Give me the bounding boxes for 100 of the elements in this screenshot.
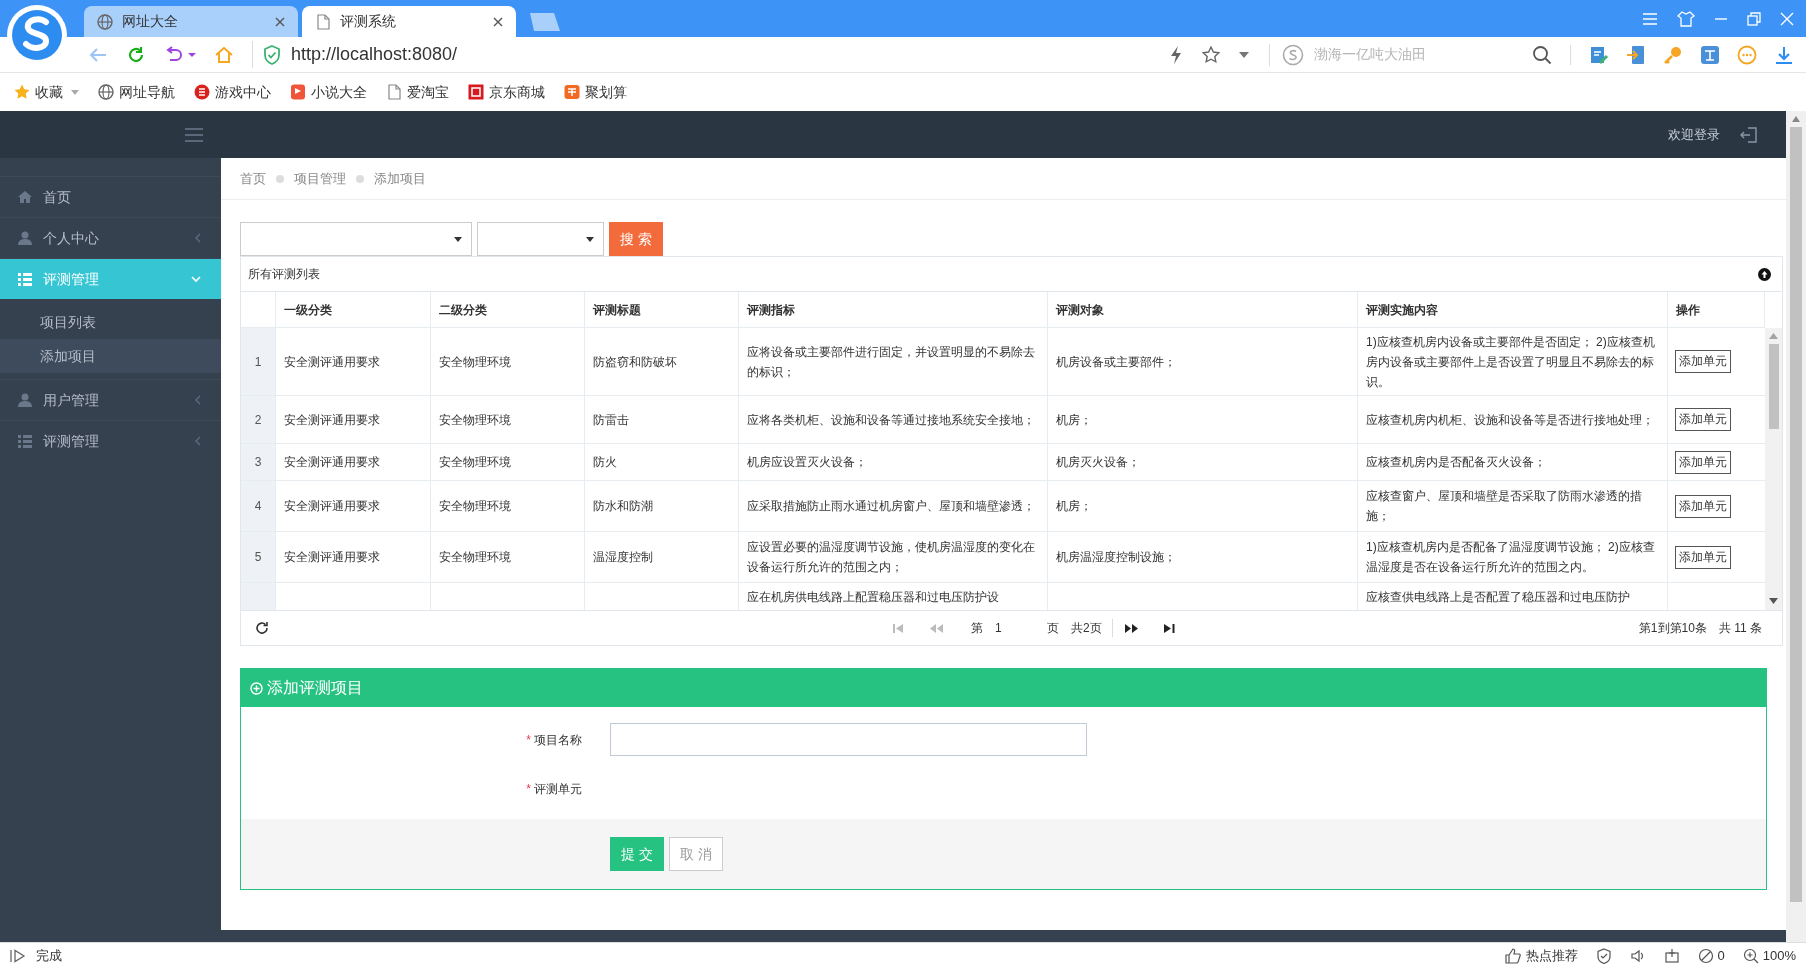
key-icon[interactable] xyxy=(1663,44,1683,65)
bookmark-item[interactable]: 网址导航 xyxy=(97,81,175,103)
deal-icon xyxy=(563,83,581,101)
speaker-icon[interactable] xyxy=(1629,948,1646,964)
next-page-icon[interactable] xyxy=(1124,622,1138,634)
collapse-up-icon[interactable] xyxy=(1758,267,1771,281)
add-unit-button[interactable]: 添加单元 xyxy=(1675,350,1731,373)
book-icon xyxy=(289,83,307,101)
star-outline-icon[interactable] xyxy=(1201,44,1221,65)
back-arrow-icon[interactable] xyxy=(88,45,108,64)
note-icon[interactable] xyxy=(1589,44,1609,65)
bookmark-item[interactable]: 爱淘宝 xyxy=(385,81,449,103)
ad-block-button[interactable]: 0 xyxy=(1697,946,1725,966)
last-page-icon[interactable] xyxy=(1163,622,1175,634)
globe-icon xyxy=(96,12,114,31)
table-cell: 应在机房供电线路上配置稳压器和过电压防护设 xyxy=(739,583,1048,610)
table-cell: 应采取措施防止雨水通过机房窗户、屋顶和墙壁渗透； xyxy=(739,481,1048,531)
logout-icon[interactable] xyxy=(1740,125,1758,144)
browser-tab[interactable]: 评测系统 xyxy=(302,6,516,37)
more-icon[interactable] xyxy=(1737,44,1757,65)
previous-page-icon[interactable] xyxy=(930,622,943,634)
close-icon[interactable] xyxy=(492,15,504,28)
download-icon[interactable] xyxy=(1774,44,1794,65)
bookmark-item[interactable]: 收藏 xyxy=(13,81,79,103)
scrollbar-thumb[interactable] xyxy=(1768,344,1779,429)
first-page-icon[interactable] xyxy=(893,622,904,634)
table-cell: 机房应设置灭火设备； xyxy=(739,444,1048,480)
hot-news-button[interactable]: 热点推荐 xyxy=(1503,946,1578,966)
column-header: 评测实施内容 xyxy=(1358,292,1668,327)
row-number: 2 xyxy=(241,396,276,443)
refresh-icon[interactable] xyxy=(255,621,269,635)
table-cell: 1)应核查机房内设备或主要部件是否固定； 2)应核查机房内设备或主要部件上是否设置了明显且不易除去的标识。 xyxy=(1358,328,1668,395)
bookmark-item[interactable]: 游戏中心 xyxy=(193,81,271,103)
table-cell: 防水和防潮 xyxy=(585,481,739,531)
scrollbar-thumb[interactable] xyxy=(1790,127,1802,902)
table-cell: 安全测评通用要求 xyxy=(276,532,431,582)
field-label: 评测单元 xyxy=(534,780,582,798)
table-cell: 防雷击 xyxy=(585,396,739,443)
tab-title: 网址大全 xyxy=(122,12,179,31)
dot-icon xyxy=(356,174,364,183)
browser-tab[interactable]: 网址大全 xyxy=(84,6,298,37)
sidebar-subitem[interactable]: 项目列表 xyxy=(0,305,221,339)
table-cell: 机房； xyxy=(1048,396,1358,443)
column-header: 一级分类 xyxy=(276,292,431,327)
menu-icon[interactable] xyxy=(185,127,203,142)
scroll-up-arrow-icon[interactable] xyxy=(1791,115,1801,123)
breadcrumb-link[interactable]: 项目管理 xyxy=(294,168,346,189)
scroll-down-arrow-icon[interactable] xyxy=(1769,598,1778,604)
shield-icon[interactable] xyxy=(1595,948,1612,964)
table-cell: 温湿度控制 xyxy=(585,532,739,582)
list-icon xyxy=(17,433,33,449)
add-unit-button[interactable]: 添加单元 xyxy=(1675,494,1731,518)
row-number: 5 xyxy=(241,532,276,582)
home-icon[interactable] xyxy=(214,44,234,65)
required-mark: * xyxy=(526,731,531,749)
breadcrumb-link[interactable]: 添加项目 xyxy=(374,168,426,189)
url-text[interactable]: http://localhost:8080/ xyxy=(291,41,458,68)
row-number: 1 xyxy=(241,328,276,395)
table-cell: 安全物理环境 xyxy=(431,328,585,395)
select-field[interactable] xyxy=(477,222,604,256)
globe-icon xyxy=(97,83,115,101)
bookmark-item[interactable]: 京东商城 xyxy=(467,81,545,103)
table-scrollbar[interactable] xyxy=(1765,328,1782,610)
total-pages-text: 共2页 xyxy=(1071,619,1113,637)
search-icon[interactable] xyxy=(1532,44,1552,65)
input-field[interactable] xyxy=(610,723,1087,756)
undo-icon[interactable] xyxy=(164,45,184,64)
select-field[interactable] xyxy=(240,222,472,256)
scroll-up-arrow-icon[interactable] xyxy=(1769,333,1778,339)
page-scrollbar[interactable] xyxy=(1786,111,1806,942)
caret-icon xyxy=(586,236,594,242)
add-unit-button[interactable]: 添加单元 xyxy=(1675,408,1731,431)
tablet-icon[interactable] xyxy=(1626,44,1646,65)
page-label: 页 xyxy=(1047,620,1059,637)
welcome-text[interactable]: 欢迎登录 xyxy=(1668,124,1720,145)
page-input[interactable]: 1 xyxy=(995,619,1035,637)
restore-icon[interactable] xyxy=(1747,11,1761,26)
caret-icon[interactable] xyxy=(1239,51,1249,58)
home-icon xyxy=(17,189,33,205)
breadcrumb-link[interactable]: 首页 xyxy=(240,168,266,189)
user-icon xyxy=(17,230,33,246)
zoom-button[interactable]: 100% xyxy=(1742,946,1796,966)
close-icon[interactable] xyxy=(274,15,286,28)
table-cell: 应设置必要的温湿度调节设施，使机房温湿度的变化在设备运行所允许的范围之内； xyxy=(739,532,1048,582)
page-icon xyxy=(314,12,332,31)
play-icon[interactable] xyxy=(10,949,26,963)
table-cell: 应将各类机柜、设施和设备等通过接地系统安全接地； xyxy=(739,396,1048,443)
add-unit-button[interactable]: 添加单元 xyxy=(1675,450,1731,474)
caret-icon[interactable] xyxy=(188,51,196,58)
add-unit-button[interactable]: 添加单元 xyxy=(1675,545,1731,569)
bookmark-item[interactable]: 小说大全 xyxy=(289,81,367,103)
lightning-icon[interactable] xyxy=(1169,44,1183,65)
bookmark-item[interactable]: 聚划算 xyxy=(563,81,627,103)
package-icon[interactable] xyxy=(1663,948,1680,964)
shirt-icon[interactable] xyxy=(1677,10,1695,27)
row-number: 3 xyxy=(241,444,276,480)
caret-icon xyxy=(454,236,462,242)
table-cell: 安全测评通用要求 xyxy=(276,396,431,443)
translate-icon[interactable] xyxy=(1700,44,1720,65)
sidebar-subitem[interactable]: 添加项目 xyxy=(0,339,221,373)
